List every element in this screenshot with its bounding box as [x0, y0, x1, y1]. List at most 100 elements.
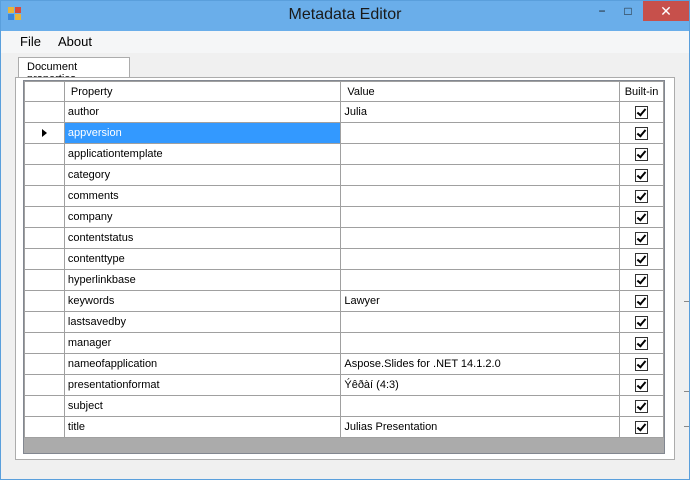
row-header[interactable] — [24, 248, 65, 270]
builtin-cell — [619, 185, 664, 207]
row-header[interactable] — [24, 290, 65, 312]
column-header-builtin[interactable]: Built-in — [619, 81, 664, 102]
value-cell[interactable]: Julias Presentation — [340, 416, 620, 438]
builtin-checkbox[interactable] — [635, 189, 648, 203]
table-row[interactable]: keywords Lawyer — [24, 290, 664, 312]
builtin-checkbox[interactable] — [635, 378, 648, 392]
property-cell[interactable]: manager — [63, 332, 342, 354]
value-cell[interactable] — [340, 164, 620, 186]
builtin-cell — [619, 269, 664, 291]
table-row[interactable]: contentstatus — [24, 227, 664, 249]
column-header-property[interactable]: Property — [63, 81, 342, 102]
property-cell[interactable]: author — [63, 101, 342, 123]
value-cell[interactable]: Lawyer — [340, 290, 620, 312]
corner-header[interactable] — [24, 81, 65, 102]
builtin-cell — [619, 164, 664, 186]
property-cell[interactable]: appversion — [63, 122, 342, 144]
builtin-checkbox[interactable] — [635, 315, 648, 329]
builtin-checkbox[interactable] — [635, 210, 648, 224]
property-cell[interactable]: lastsavedby — [63, 311, 342, 333]
property-cell[interactable]: applicationtemplate — [63, 143, 342, 165]
row-header[interactable] — [24, 122, 65, 144]
value-cell[interactable] — [340, 122, 620, 144]
builtin-checkbox[interactable] — [635, 273, 648, 287]
builtin-cell — [619, 332, 664, 354]
property-cell[interactable]: hyperlinkbase — [63, 269, 342, 291]
value-cell[interactable] — [340, 227, 620, 249]
table-row[interactable]: appversion — [24, 122, 664, 144]
property-cell[interactable]: company — [63, 206, 342, 228]
builtin-checkbox[interactable] — [635, 105, 648, 119]
row-header[interactable] — [24, 374, 65, 396]
row-header[interactable] — [24, 311, 65, 333]
builtin-checkbox[interactable] — [635, 168, 648, 182]
builtin-checkbox[interactable] — [635, 420, 648, 434]
row-header[interactable] — [24, 227, 65, 249]
table-row[interactable]: presentationformat Ýêðàí (4:3) — [24, 374, 664, 396]
table-row[interactable]: applicationtemplate — [24, 143, 664, 165]
builtin-checkbox[interactable] — [635, 147, 648, 161]
close-button[interactable]: ✕ — [643, 1, 689, 21]
property-cell[interactable]: subject — [63, 395, 342, 417]
row-header[interactable] — [24, 416, 65, 438]
value-cell[interactable] — [340, 311, 620, 333]
maximize-button[interactable]: □ — [615, 1, 641, 21]
value-cell[interactable]: Ýêðàí (4:3) — [340, 374, 620, 396]
value-cell[interactable] — [340, 395, 620, 417]
property-cell[interactable]: contenttype — [63, 248, 342, 270]
value-cell[interactable] — [340, 185, 620, 207]
properties-grid[interactable]: Property Value Built-in author Julia appve… — [23, 80, 665, 454]
table-row[interactable]: lastsavedby — [24, 311, 664, 333]
value-cell[interactable]: Julia — [340, 101, 620, 123]
builtin-checkbox[interactable] — [635, 357, 648, 371]
column-header-value[interactable]: Value — [340, 81, 620, 102]
value-cell[interactable]: Aspose.Slides for .NET 14.1.2.0 — [340, 353, 620, 375]
row-header[interactable] — [24, 395, 65, 417]
value-cell[interactable] — [340, 332, 620, 354]
property-cell[interactable]: title — [63, 416, 342, 438]
table-row[interactable]: nameofapplication Aspose.Slides for .NET … — [24, 353, 664, 375]
property-cell[interactable]: comments — [63, 185, 342, 207]
table-row[interactable]: manager — [24, 332, 664, 354]
row-header[interactable] — [24, 164, 65, 186]
row-header[interactable] — [24, 332, 65, 354]
row-header[interactable] — [24, 269, 65, 291]
table-row[interactable]: subject — [24, 395, 664, 417]
property-cell[interactable]: category — [63, 164, 342, 186]
value-cell[interactable] — [340, 206, 620, 228]
builtin-checkbox[interactable] — [635, 252, 648, 266]
row-header[interactable] — [24, 101, 65, 123]
table-row[interactable]: author Julia — [24, 101, 664, 123]
table-row[interactable]: title Julias Presentation — [24, 416, 664, 438]
builtin-cell — [619, 248, 664, 270]
value-cell[interactable] — [340, 248, 620, 270]
value-cell[interactable] — [340, 269, 620, 291]
menu-file[interactable]: File — [20, 34, 41, 49]
tab-document-properties[interactable]: Document properties — [18, 57, 130, 85]
row-header[interactable] — [24, 143, 65, 165]
row-header[interactable] — [24, 353, 65, 375]
property-cell[interactable]: keywords — [63, 290, 342, 312]
table-row[interactable]: company — [24, 206, 664, 228]
menu-bar: File About — [1, 31, 689, 53]
property-cell[interactable]: nameofapplication — [63, 353, 342, 375]
builtin-cell — [619, 374, 664, 396]
value-cell[interactable] — [340, 143, 620, 165]
minimize-button[interactable]: − — [589, 1, 615, 21]
builtin-checkbox[interactable] — [635, 336, 648, 350]
table-row[interactable]: comments — [24, 185, 664, 207]
table-row[interactable]: contenttype — [24, 248, 664, 270]
table-row[interactable]: category — [24, 164, 664, 186]
builtin-checkbox[interactable] — [635, 126, 648, 140]
row-header[interactable] — [24, 185, 65, 207]
property-cell[interactable]: presentationformat — [63, 374, 342, 396]
menu-about[interactable]: About — [58, 34, 92, 49]
builtin-checkbox[interactable] — [635, 294, 648, 308]
edge-mark — [684, 426, 689, 427]
builtin-checkbox[interactable] — [635, 399, 648, 413]
table-row[interactable]: hyperlinkbase — [24, 269, 664, 291]
property-cell[interactable]: contentstatus — [63, 227, 342, 249]
builtin-checkbox[interactable] — [635, 231, 648, 245]
title-bar[interactable]: Metadata Editor − □ ✕ — [1, 1, 689, 31]
row-header[interactable] — [24, 206, 65, 228]
